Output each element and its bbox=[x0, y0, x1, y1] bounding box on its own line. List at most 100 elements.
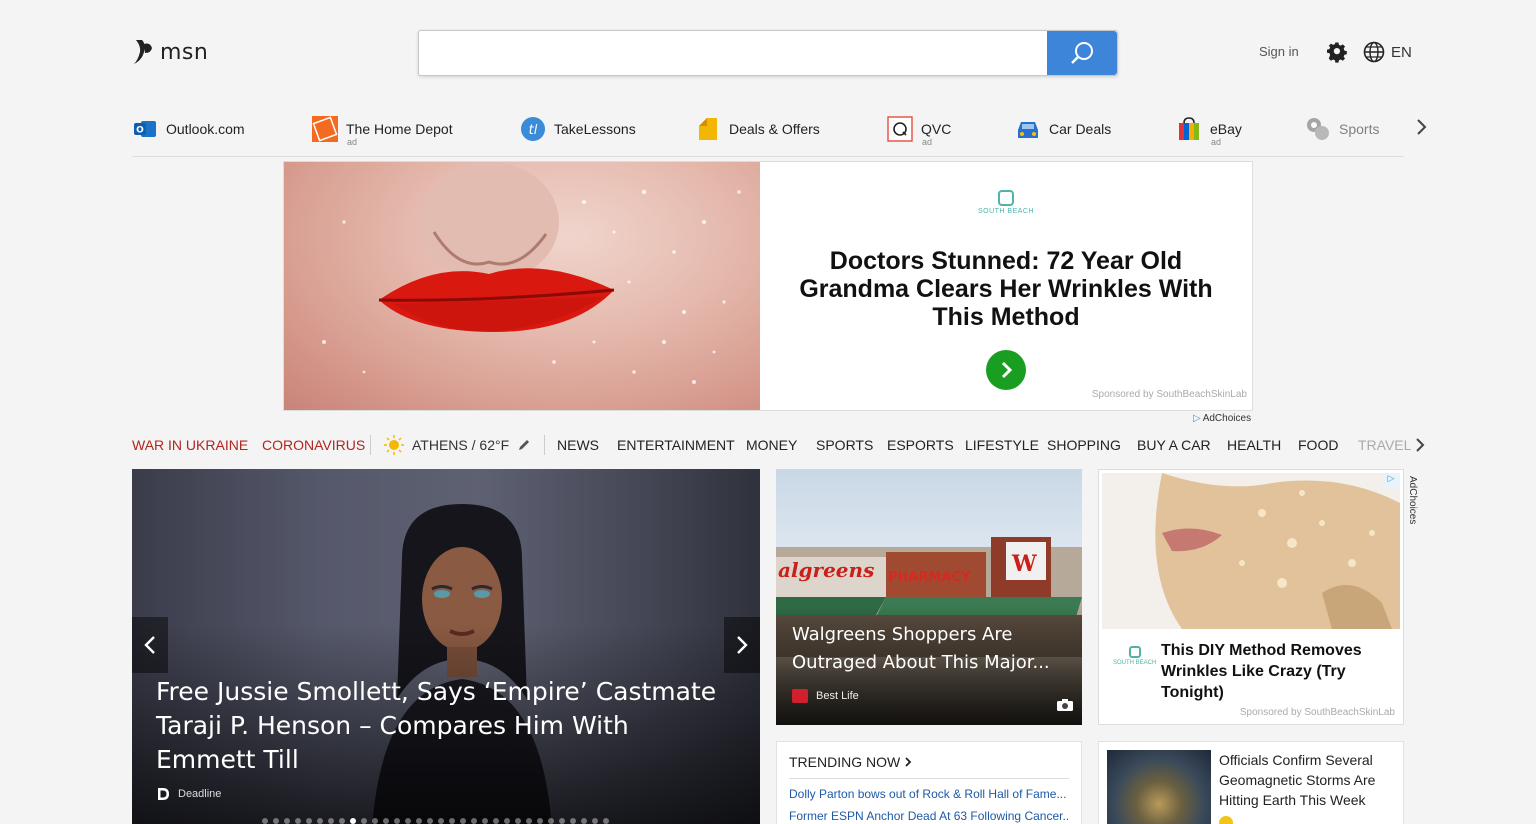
nav-food[interactable]: FOOD bbox=[1298, 437, 1338, 453]
deadline-logo-icon bbox=[158, 788, 169, 800]
hero-title[interactable]: Free Jussie Smollett, Says ‘Empire’ Cast… bbox=[156, 675, 736, 777]
card-source[interactable]: Best Life bbox=[792, 689, 859, 703]
banner-go-button[interactable] bbox=[986, 350, 1026, 390]
nav-esports[interactable]: ESPORTS bbox=[887, 437, 954, 453]
search-icon bbox=[1071, 42, 1093, 64]
adchoices-vertical-link[interactable]: AdChoices bbox=[1407, 476, 1418, 524]
quicklink-car-deals[interactable]: Car Deals bbox=[1015, 116, 1111, 142]
carousel-dot[interactable] bbox=[284, 818, 290, 824]
carousel-dot[interactable] bbox=[317, 818, 323, 824]
quicklink-label: The Home Depot ad bbox=[346, 121, 453, 147]
story-card-geomagnetic[interactable]: Officials Confirm Several Geomagnetic St… bbox=[1098, 741, 1404, 824]
weather-widget[interactable]: ATHENS / 62°F bbox=[384, 435, 531, 455]
carousel-dot[interactable] bbox=[295, 818, 301, 824]
settings-button[interactable] bbox=[1326, 41, 1348, 68]
nav-shopping[interactable]: SHOPPING bbox=[1047, 437, 1121, 453]
carousel-dot[interactable] bbox=[493, 818, 499, 824]
carousel-dot[interactable] bbox=[339, 818, 345, 824]
quicklink-ebay[interactable]: eBay ad bbox=[1176, 116, 1242, 147]
carousel-dot[interactable] bbox=[438, 818, 444, 824]
carousel-dot[interactable] bbox=[306, 818, 312, 824]
nav-health[interactable]: HEALTH bbox=[1227, 437, 1281, 453]
svg-text:algreens: algreens bbox=[778, 558, 874, 582]
chevron-right-icon bbox=[737, 636, 748, 654]
nav-coronavirus[interactable]: CORONAVIRUS bbox=[262, 437, 365, 453]
trending-item[interactable]: Dolly Parton bows out of Rock & Roll Hal… bbox=[789, 787, 1069, 801]
nav-war-in-ukraine[interactable]: WAR IN UKRAINE bbox=[132, 437, 248, 453]
trending-now-heading[interactable]: TRENDING NOW bbox=[789, 754, 1069, 779]
carousel-dot[interactable] bbox=[394, 818, 400, 824]
carousel-dot[interactable] bbox=[592, 818, 598, 824]
carousel-dot[interactable] bbox=[262, 818, 268, 824]
adchoices-link[interactable]: ▷ AdChoices bbox=[1193, 413, 1251, 424]
story-title[interactable]: Officials Confirm Several Geomagnetic St… bbox=[1219, 750, 1395, 810]
carousel-dot[interactable] bbox=[383, 818, 389, 824]
hero-carousel[interactable]: Free Jussie Smollett, Says ‘Empire’ Cast… bbox=[132, 469, 760, 824]
ad-card[interactable]: SOUTH BEACH This DIY Method Removes Wrin… bbox=[1098, 469, 1404, 725]
nav-news[interactable]: NEWS bbox=[557, 437, 599, 453]
carousel-dot[interactable] bbox=[328, 818, 334, 824]
language-selector[interactable]: EN bbox=[1363, 41, 1412, 63]
carousel-dot[interactable] bbox=[482, 818, 488, 824]
hero-next-button[interactable] bbox=[724, 617, 760, 673]
carousel-dot[interactable] bbox=[526, 818, 532, 824]
nav-travel[interactable]: TRAVEL bbox=[1358, 437, 1411, 453]
ad-card-title[interactable]: This DIY Method Removes Wrinkles Like Cr… bbox=[1161, 640, 1395, 703]
carousel-dot[interactable] bbox=[350, 818, 356, 824]
quicklink-deals[interactable]: Deals & Offers bbox=[695, 116, 820, 142]
quicklinks-next-button[interactable] bbox=[1414, 118, 1428, 141]
banner-sponsor-text[interactable]: Sponsored by SouthBeachSkinLab bbox=[1092, 389, 1247, 400]
carousel-dot[interactable] bbox=[372, 818, 378, 824]
outlook-icon: O bbox=[132, 116, 158, 142]
quicklink-qvc[interactable]: QVC ad bbox=[887, 116, 951, 147]
south-beach-logo: SOUTH BEACH bbox=[978, 190, 1034, 215]
nav-divider bbox=[544, 435, 545, 455]
card-title[interactable]: Walgreens Shoppers Are Outraged About Th… bbox=[792, 621, 1066, 677]
carousel-dot[interactable] bbox=[416, 818, 422, 824]
carousel-dot[interactable] bbox=[273, 818, 279, 824]
ad-card-image bbox=[1102, 473, 1400, 629]
search-button[interactable] bbox=[1047, 31, 1117, 75]
carousel-dot[interactable] bbox=[603, 818, 609, 824]
nav-entertainment[interactable]: ENTERTAINMENT bbox=[617, 437, 735, 453]
hero-prev-button[interactable] bbox=[132, 617, 168, 673]
story-card-walgreens[interactable]: algreens PHARMACY W Walgreens Shoppers A… bbox=[776, 469, 1082, 725]
carousel-dot[interactable] bbox=[449, 818, 455, 824]
carousel-dot[interactable] bbox=[405, 818, 411, 824]
shopping-bag-icon bbox=[1176, 116, 1202, 142]
banner-ad[interactable]: SOUTH BEACH Doctors Stunned: 72 Year Old… bbox=[283, 161, 1253, 411]
quicklink-outlook[interactable]: O Outlook.com bbox=[132, 116, 245, 142]
trending-item[interactable]: Former ESPN Anchor Dead At 63 Following … bbox=[789, 809, 1069, 823]
msn-logo[interactable]: msn bbox=[132, 38, 208, 66]
carousel-dot[interactable] bbox=[471, 818, 477, 824]
nav-sports[interactable]: SPORTS bbox=[816, 437, 873, 453]
sign-in-link[interactable]: Sign in bbox=[1259, 44, 1299, 59]
quicklink-label: TakeLessons bbox=[554, 121, 636, 137]
hero-source[interactable]: Deadline bbox=[156, 787, 221, 801]
search-input[interactable] bbox=[419, 31, 1047, 75]
nav-buy-a-car[interactable]: BUY A CAR bbox=[1137, 437, 1211, 453]
nav-money[interactable]: MONEY bbox=[746, 437, 797, 453]
carousel-dot[interactable] bbox=[570, 818, 576, 824]
carousel-dot[interactable] bbox=[559, 818, 565, 824]
carousel-dot[interactable] bbox=[548, 818, 554, 824]
carousel-dot[interactable] bbox=[361, 818, 367, 824]
nav-lifestyle[interactable]: LIFESTYLE bbox=[965, 437, 1039, 453]
adchoices-corner-icon[interactable]: ▷ bbox=[1383, 473, 1399, 487]
quicklink-home-depot[interactable]: The Home Depot ad bbox=[312, 116, 453, 147]
banner-headline[interactable]: Doctors Stunned: 72 Year Old Grandma Cle… bbox=[780, 247, 1232, 331]
carousel-dot[interactable] bbox=[427, 818, 433, 824]
quicklink-takelessons[interactable]: tl TakeLessons bbox=[520, 116, 636, 142]
carousel-dot[interactable] bbox=[581, 818, 587, 824]
ad-card-sponsor[interactable]: Sponsored by SouthBeachSkinLab bbox=[1240, 707, 1395, 718]
pencil-icon[interactable] bbox=[517, 438, 531, 452]
carousel-dot[interactable] bbox=[504, 818, 510, 824]
quicklink-sports[interactable]: Sports bbox=[1305, 116, 1379, 142]
source-logo-icon bbox=[1219, 816, 1233, 824]
nav-next-button[interactable] bbox=[1414, 437, 1426, 458]
carousel-dot[interactable] bbox=[460, 818, 466, 824]
svg-text:O: O bbox=[136, 126, 144, 136]
banner-ad-image bbox=[284, 162, 760, 410]
carousel-dot[interactable] bbox=[515, 818, 521, 824]
carousel-dot[interactable] bbox=[537, 818, 543, 824]
